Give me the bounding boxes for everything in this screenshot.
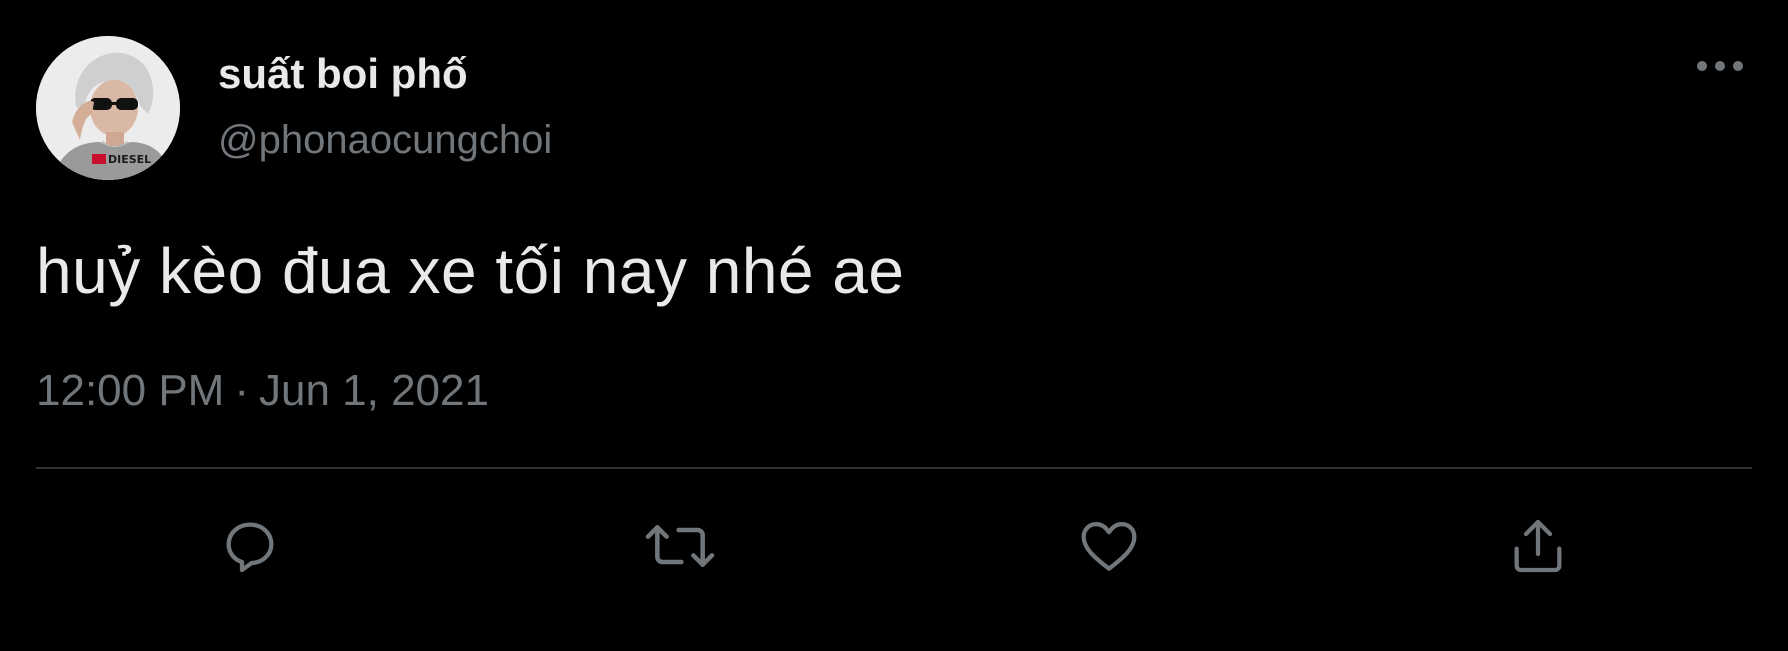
meta-separator: ·	[234, 366, 249, 415]
tweet-detail: DIESEL suất boi phố @phonaocungchoi huỷ …	[0, 0, 1788, 651]
avatar[interactable]: DIESEL	[36, 36, 180, 180]
tweet-timestamp[interactable]: 12:00 PM · Jun 1, 2021	[36, 366, 489, 416]
more-horizontal-icon	[1697, 61, 1743, 71]
more-button[interactable]	[1690, 46, 1750, 86]
author-display-name[interactable]: suất boi phố	[218, 50, 468, 98]
retweet-icon	[645, 525, 715, 567]
heart-icon	[1081, 522, 1137, 571]
svg-text:DIESEL: DIESEL	[108, 153, 151, 166]
share-icon	[1514, 519, 1562, 573]
action-bar	[0, 506, 1788, 586]
avatar-image: DIESEL	[36, 36, 180, 180]
tweet-date: Jun 1, 2021	[259, 366, 489, 415]
tweet-time: 12:00 PM	[36, 366, 225, 415]
share-button[interactable]	[1498, 506, 1578, 586]
divider	[36, 467, 1752, 469]
like-button[interactable]	[1069, 506, 1149, 586]
reply-icon	[226, 522, 274, 573]
retweet-button[interactable]	[640, 506, 720, 586]
author-handle[interactable]: @phonaocungchoi	[218, 118, 552, 163]
reply-button[interactable]	[210, 506, 290, 586]
tweet-text: huỷ kèo đua xe tối nay nhé ae	[36, 235, 905, 307]
